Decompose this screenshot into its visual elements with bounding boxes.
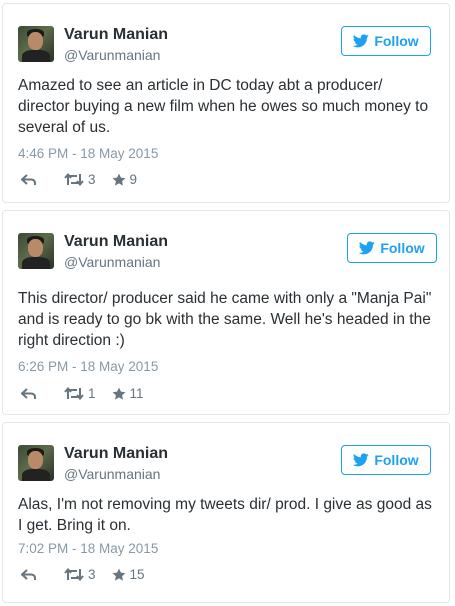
reply-button[interactable] [21, 173, 36, 186]
retweet-count: 3 [88, 172, 96, 187]
user-name[interactable]: Varun Manian [64, 26, 168, 44]
tweet-card: Varun Manian @Varunmanian Follow This di… [2, 210, 450, 415]
bird-icon [353, 453, 370, 467]
reply-button[interactable] [21, 387, 36, 400]
tweet-card: Varun Manian @Varunmanian Follow Alas, I… [2, 422, 450, 603]
reply-icon [21, 173, 36, 185]
tweet-timestamp[interactable]: 6:26 PM - 18 May 2015 [18, 359, 158, 374]
reply-icon [21, 387, 36, 399]
avatar[interactable] [18, 445, 54, 481]
favorite-count: 9 [129, 172, 138, 187]
user-name[interactable]: Varun Manian [64, 233, 168, 251]
user-handle[interactable]: @Varunmanian [64, 254, 160, 270]
follow-label: Follow [374, 452, 419, 468]
tweet-timestamp[interactable]: 4:46 PM - 18 May 2015 [18, 146, 158, 161]
follow-label: Follow [374, 33, 419, 49]
retweet-icon [64, 173, 84, 186]
star-icon [112, 568, 125, 581]
retweet-button[interactable]: 1 [64, 386, 96, 401]
tweet-actions: 3 15 [21, 567, 145, 582]
retweet-count: 3 [88, 567, 96, 582]
retweet-icon [64, 387, 84, 400]
tweet-text: This director/ producer said he came wit… [18, 290, 432, 349]
retweet-count: 1 [88, 386, 96, 401]
favorite-count: 15 [129, 567, 145, 582]
star-icon [112, 387, 125, 400]
favorite-button[interactable]: 11 [112, 386, 144, 401]
favorite-count: 11 [129, 386, 144, 401]
tweet-actions: 3 9 [21, 172, 137, 187]
avatar[interactable] [18, 26, 54, 62]
reply-icon [21, 568, 36, 580]
follow-button[interactable]: Follow [341, 26, 431, 56]
retweet-button[interactable]: 3 [64, 567, 96, 582]
tweet-timestamp[interactable]: 7:02 PM - 18 May 2015 [18, 541, 158, 556]
favorite-button[interactable]: 15 [112, 567, 145, 582]
tweet-text: Amazed to see an article in DC today abt… [18, 77, 429, 136]
follow-button[interactable]: Follow [341, 445, 431, 475]
user-handle[interactable]: @Varunmanian [64, 466, 160, 482]
favorite-button[interactable]: 9 [112, 172, 138, 187]
tweet-actions: 1 11 [21, 386, 144, 401]
tweet-card: Varun Manian @Varunmanian Follow Amazed … [2, 3, 450, 203]
avatar[interactable] [18, 233, 54, 269]
user-handle[interactable]: @Varunmanian [64, 47, 160, 63]
follow-label: Follow [380, 240, 425, 256]
reply-button[interactable] [21, 568, 36, 581]
bird-icon [359, 241, 376, 255]
retweet-icon [64, 568, 84, 581]
star-icon [112, 173, 125, 186]
retweet-button[interactable]: 3 [64, 172, 96, 187]
bird-icon [353, 34, 370, 48]
user-name[interactable]: Varun Manian [64, 445, 168, 463]
tweet-text: Alas, I'm not removing my tweets dir/ pr… [18, 496, 432, 534]
follow-button[interactable]: Follow [347, 233, 437, 263]
